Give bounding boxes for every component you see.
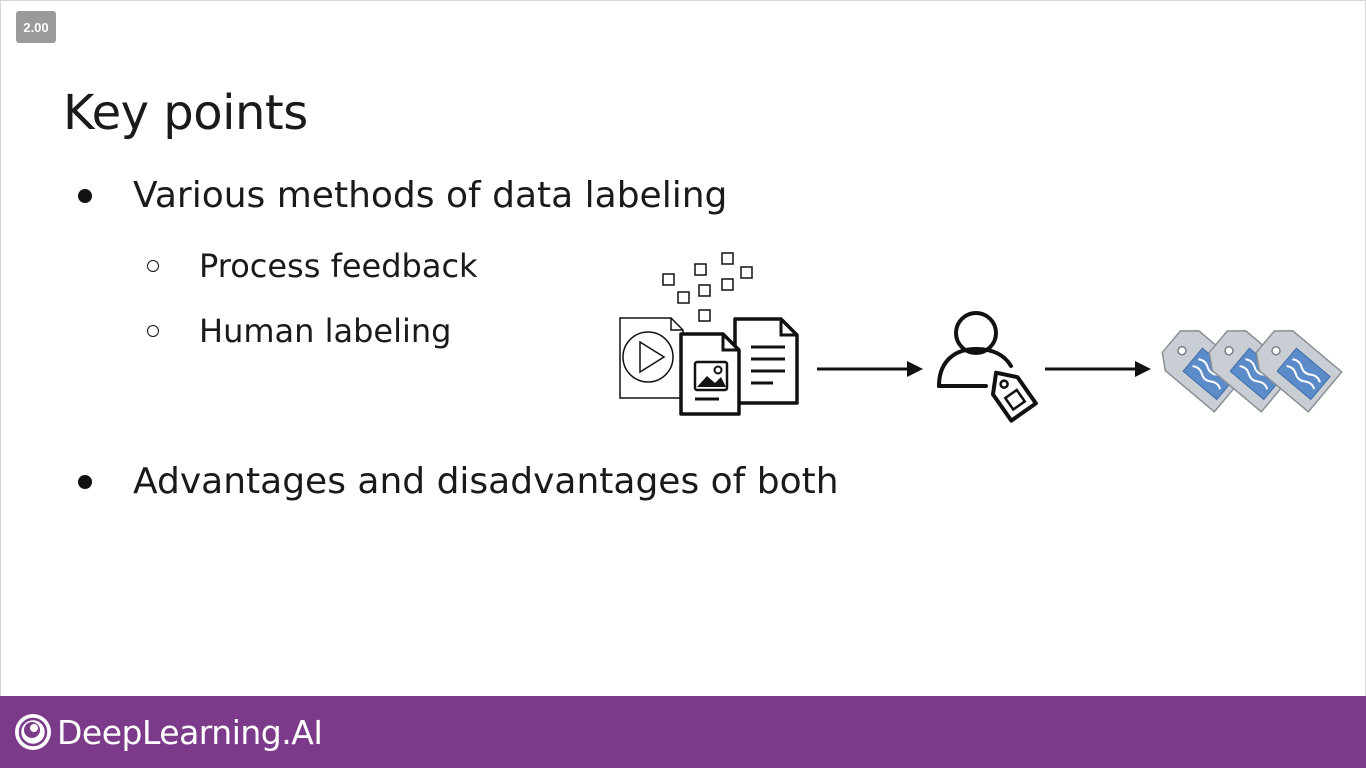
sub-bullet-ring bbox=[147, 325, 159, 337]
slide-title: Key points bbox=[63, 85, 308, 141]
bullet-dot bbox=[78, 474, 92, 489]
arrow-right-icon bbox=[1045, 361, 1151, 377]
bullet-dot bbox=[78, 188, 92, 203]
bullet-item: Various methods of data labeling bbox=[78, 175, 727, 216]
person-with-tag-icon bbox=[937, 311, 1038, 423]
deeplearning-logo-icon bbox=[15, 714, 51, 750]
scattered-data-squares-icon bbox=[662, 252, 753, 322]
bullet-text: Advantages and disadvantages of both bbox=[133, 461, 839, 502]
sub-bullet-item: Human labeling bbox=[147, 312, 451, 350]
sub-bullet-text: Human labeling bbox=[199, 312, 452, 350]
arrow-right-icon bbox=[817, 361, 923, 377]
labeled-tags-icon bbox=[1161, 330, 1343, 413]
media-documents-icon bbox=[619, 317, 799, 416]
bullet-text: Various methods of data labeling bbox=[133, 175, 728, 216]
sub-bullet-item: Process feedback bbox=[147, 247, 478, 285]
brand-footer: DeepLearning.AI bbox=[0, 696, 1366, 768]
sub-bullet-text: Process feedback bbox=[199, 247, 478, 285]
labeling-diagram bbox=[619, 252, 1343, 423]
sub-bullet-ring bbox=[147, 260, 159, 272]
slide-canvas: 2.00 Key points Various methods of data … bbox=[0, 0, 1366, 697]
bullet-item: Advantages and disadvantages of both bbox=[78, 461, 839, 502]
brand-name: DeepLearning.AI bbox=[57, 712, 323, 752]
playback-speed-badge[interactable]: 2.00 bbox=[16, 11, 56, 43]
